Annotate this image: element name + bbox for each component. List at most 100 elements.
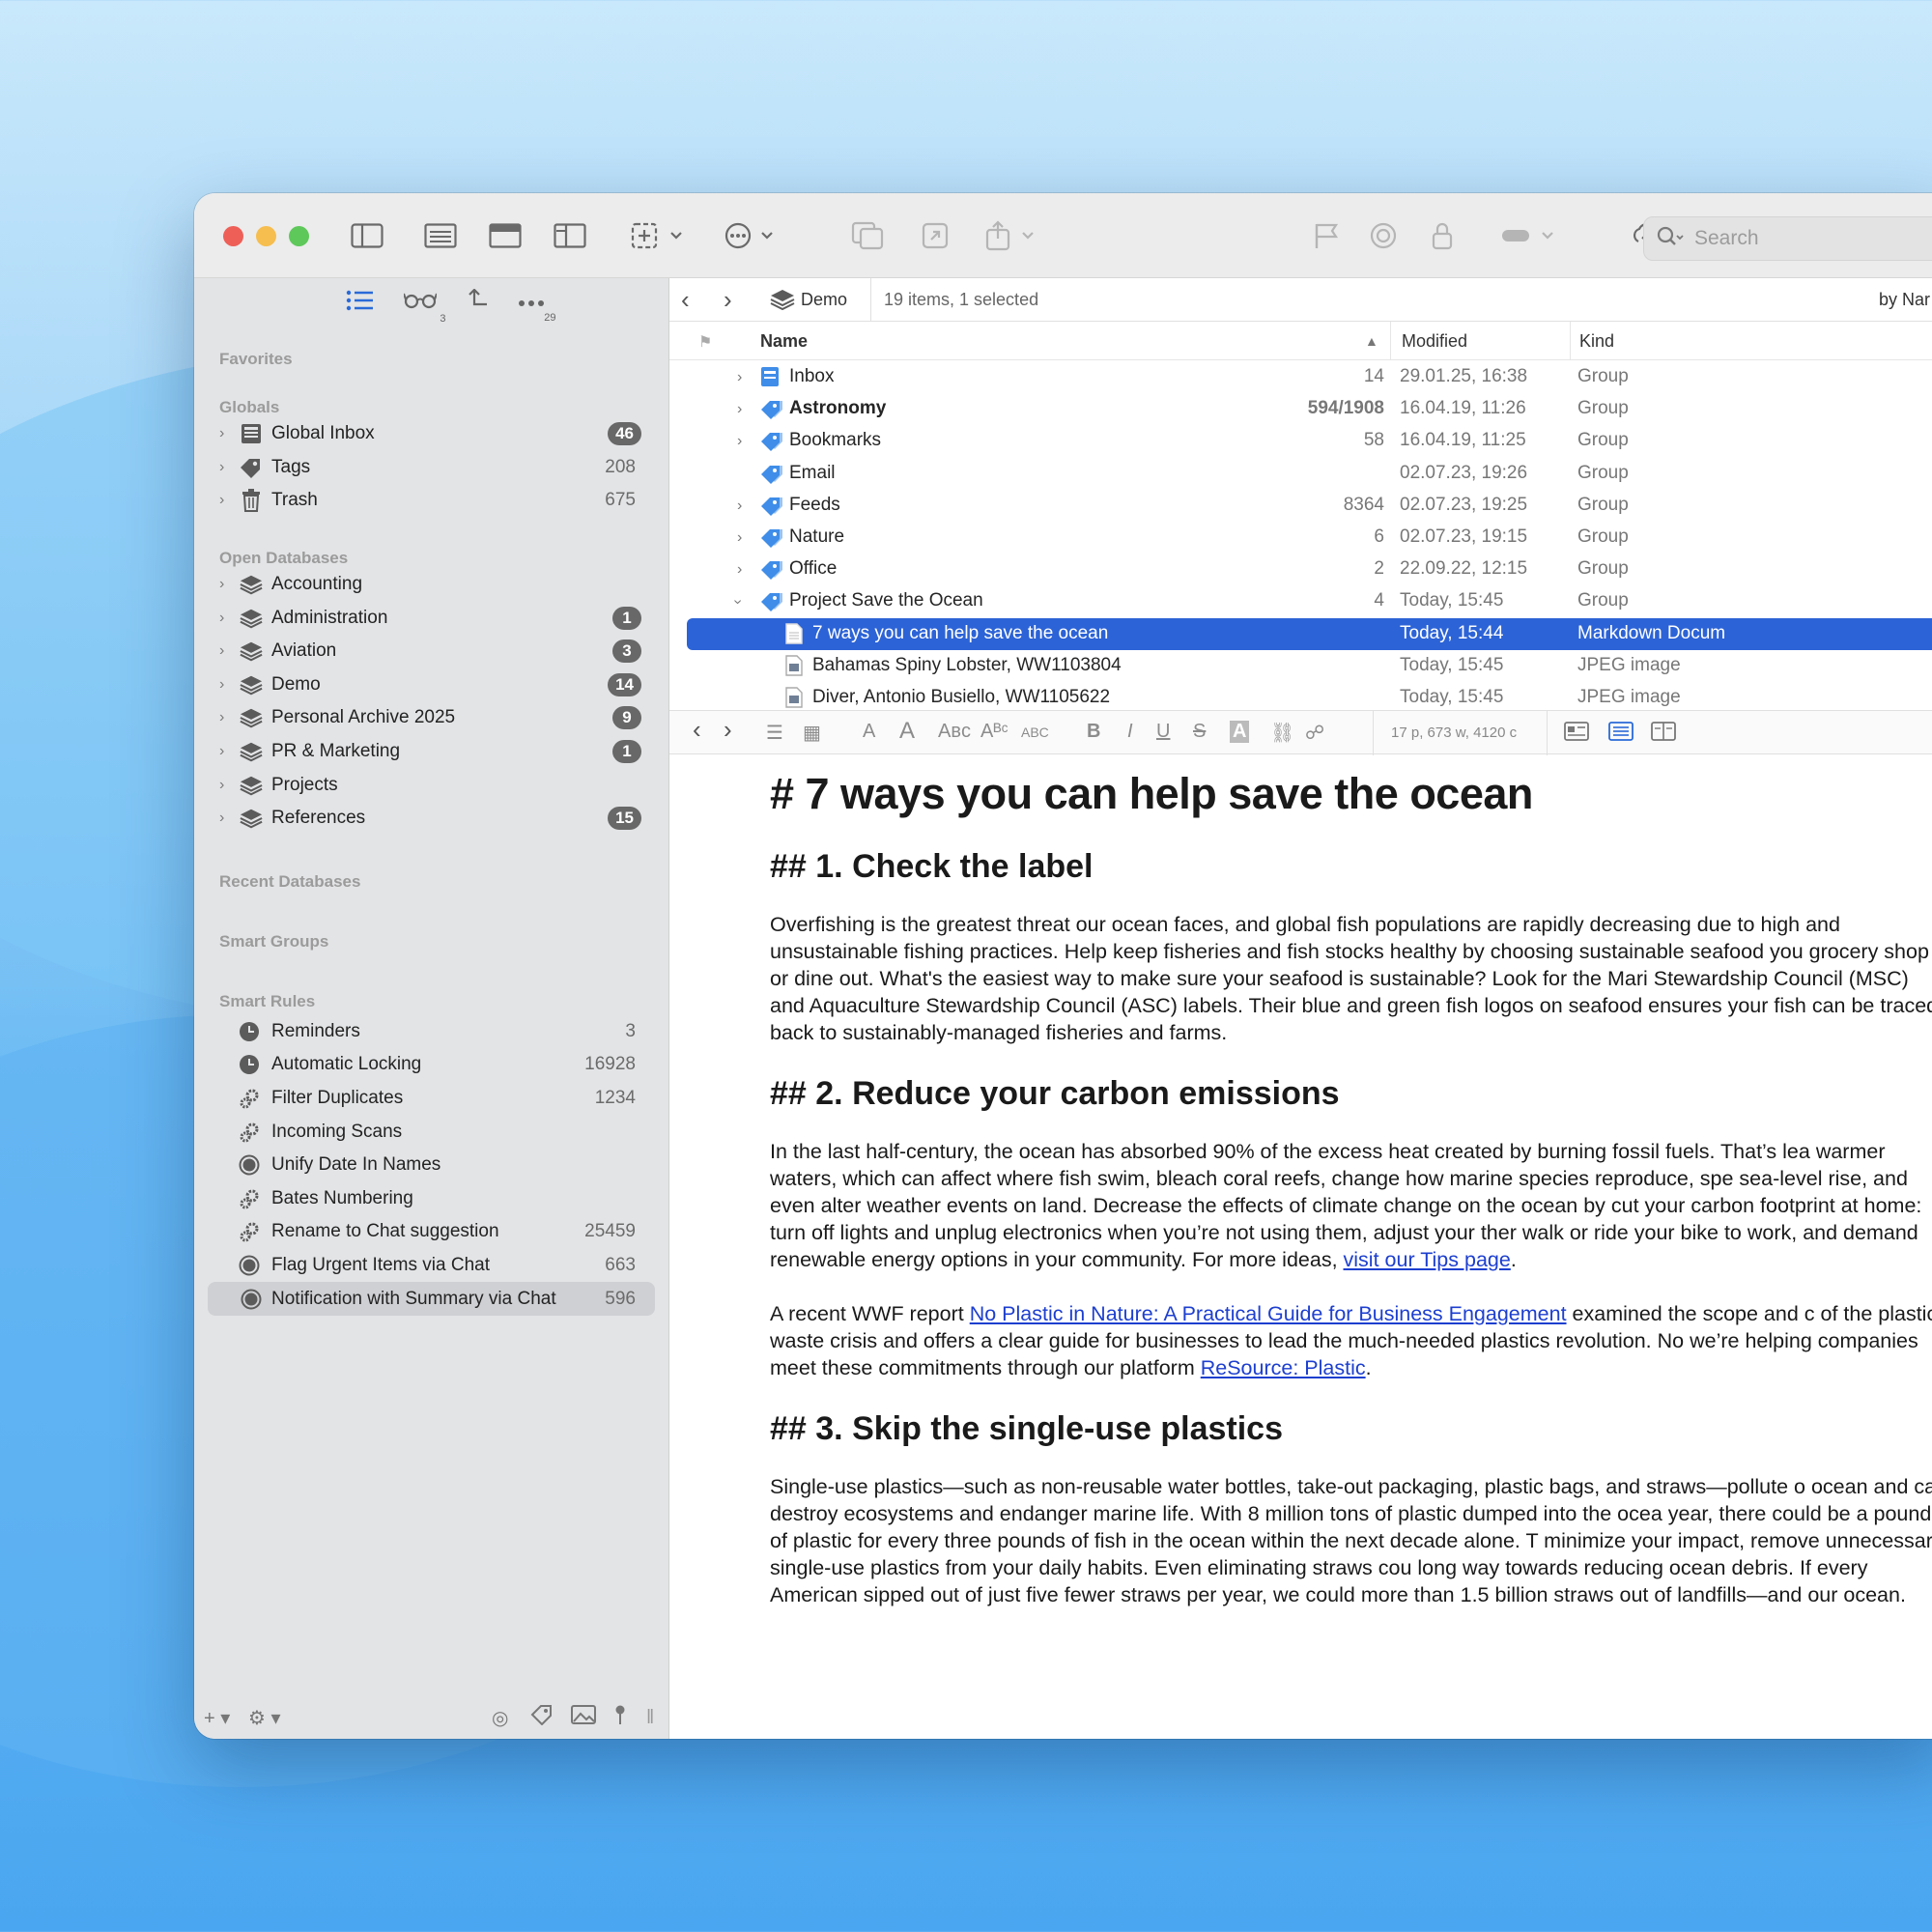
smart-rule-flag-urgent-items-via-chat[interactable]: Flag Urgent Items via Chat 663 — [194, 1249, 668, 1283]
name-column-header[interactable]: Name — [760, 331, 808, 352]
globals-item-global-inbox[interactable]: › Global Inbox 46 — [194, 417, 668, 451]
underline-icon[interactable]: U — [1156, 721, 1170, 743]
chevron-right-icon[interactable]: › — [219, 810, 224, 827]
flag-column-icon[interactable]: ⚑ — [698, 332, 712, 352]
sort-order[interactable]: by Nar — [1879, 290, 1930, 310]
chevron-right-icon[interactable]: › — [219, 743, 224, 760]
list-item[interactable]: 7 ways you can help save the ocean Today,… — [687, 617, 1932, 650]
search-field[interactable]: Search — [1643, 216, 1932, 261]
resource-plastic-link[interactable]: ReSource: Plastic — [1201, 1356, 1366, 1379]
font-larger-icon[interactable]: A — [899, 718, 915, 745]
chevron-right-icon[interactable]: › — [219, 777, 224, 794]
markdown-editor[interactable]: # 7 ways you can help save the ocean ## … — [770, 755, 1932, 1739]
chevron-right-icon[interactable]: › — [219, 709, 224, 726]
list-item[interactable]: › Inbox 14 29.01.25, 16:38 Group — [669, 361, 1932, 393]
highlight-icon[interactable]: A — [1230, 721, 1250, 743]
chevron-down-icon[interactable]: › — [729, 600, 747, 605]
glasses-icon[interactable]: 3 — [402, 290, 446, 325]
minimize-window-button[interactable] — [256, 226, 276, 246]
superscript-icon[interactable]: Aᴮᶜ — [980, 721, 1009, 743]
smart-rules-header[interactable]: Smart Rules — [194, 952, 668, 1011]
sidebar-toggle-icon[interactable] — [351, 218, 384, 253]
chevron-right-icon[interactable]: › — [737, 401, 742, 418]
more-actions-menu-icon[interactable] — [724, 218, 780, 253]
flag-icon[interactable] — [1313, 218, 1340, 253]
database-item-demo[interactable]: › Demo 14 — [194, 668, 668, 702]
wwf-report-link[interactable]: No Plastic in Nature: A Practical Guide … — [970, 1302, 1567, 1325]
database-item-pr-marketing[interactable]: › PR & Marketing 1 — [194, 735, 668, 769]
text-mode-icon[interactable] — [1608, 721, 1634, 748]
chevron-right-icon[interactable]: › — [219, 425, 224, 442]
bulleted-list-icon[interactable]: ☰ — [766, 721, 783, 745]
smart-rule-notification-with-summary-via-chat[interactable]: Notification with Summary via Chat 596 — [208, 1282, 655, 1316]
open-external-icon[interactable] — [921, 218, 950, 253]
lock-icon[interactable] — [1431, 218, 1454, 253]
database-item-personal-archive-2025[interactable]: › Personal Archive 2025 9 — [194, 701, 668, 735]
smart-rule-automatic-locking[interactable]: Automatic Locking 16928 — [194, 1048, 668, 1082]
open-databases-header[interactable]: Open Databases — [194, 518, 668, 568]
back-icon[interactable]: ‹ — [681, 285, 690, 315]
smart-groups-header[interactable]: Smart Groups — [194, 892, 668, 952]
chevron-right-icon[interactable]: › — [219, 576, 224, 593]
globals-item-tags[interactable]: › Tags 208 — [194, 451, 668, 485]
smart-rule-rename-to-chat-suggestion[interactable]: Rename to Chat suggestion 25459 — [194, 1215, 668, 1249]
list-item[interactable]: Email 02.07.23, 19:26 Group — [669, 458, 1932, 490]
chevron-right-icon[interactable]: › — [737, 561, 742, 579]
image-icon[interactable] — [571, 1704, 596, 1731]
share-menu-icon[interactable] — [984, 218, 1038, 253]
chevron-right-icon[interactable]: › — [219, 492, 224, 509]
list-item[interactable]: › Office 2 22.09.22, 12:15 Group — [669, 554, 1932, 585]
zoom-window-button[interactable] — [289, 226, 309, 246]
smart-rule-reminders[interactable]: Reminders 3 — [194, 1015, 668, 1049]
move-icon[interactable] — [466, 288, 489, 318]
list-item[interactable]: › Project Save the Ocean 4 Today, 15:45 Grou… — [669, 585, 1932, 617]
split-horizontal-icon[interactable] — [489, 218, 522, 253]
gear-menu-icon[interactable]: ⚙ ▾ — [248, 1706, 281, 1730]
list-item[interactable]: › Astronomy 594/1908 16.04.19, 11:26 Group — [669, 393, 1932, 425]
chevron-right-icon[interactable]: › — [219, 459, 224, 476]
chevron-right-icon[interactable]: › — [737, 497, 742, 515]
table-icon[interactable]: ▦ — [803, 721, 821, 745]
split-vertical-icon[interactable] — [554, 218, 586, 253]
tag-outline-icon[interactable] — [530, 1704, 554, 1731]
preview-mode-icon[interactable] — [1564, 721, 1589, 748]
chevron-right-icon[interactable]: › — [737, 529, 742, 547]
pin-icon[interactable] — [613, 1704, 627, 1731]
list-item[interactable]: › Feeds 8364 02.07.23, 19:25 Group — [669, 490, 1932, 522]
tips-page-link[interactable]: visit our Tips page — [1344, 1248, 1511, 1271]
italic-icon[interactable]: I — [1127, 721, 1133, 743]
resize-handle-icon[interactable]: ‖ — [646, 1707, 654, 1729]
close-window-button[interactable] — [223, 226, 243, 246]
globals-header[interactable]: Globals — [194, 369, 668, 417]
bold-icon[interactable]: B — [1087, 721, 1100, 743]
chevron-right-icon[interactable]: › — [737, 433, 742, 450]
unlink-icon[interactable]: ☍ — [1305, 721, 1324, 745]
sort-ascending-icon[interactable]: ▲ — [1365, 333, 1378, 349]
favorites-header[interactable]: Favorites — [194, 328, 668, 369]
path-location[interactable]: Demo — [801, 290, 847, 310]
list-item[interactable]: › Bookmarks 58 16.04.19, 11:25 Group — [669, 425, 1932, 457]
forward-icon[interactable]: › — [724, 715, 732, 745]
target-icon[interactable]: ◎ — [492, 1706, 508, 1730]
list-view-icon[interactable] — [424, 218, 457, 253]
list-item[interactable]: › Nature 6 02.07.23, 19:15 Group — [669, 522, 1932, 554]
add-menu-icon[interactable]: + ▾ — [204, 1706, 230, 1730]
all-caps-icon[interactable]: ABC — [1021, 724, 1049, 740]
modified-column-header[interactable]: Modified — [1402, 331, 1467, 352]
list-item[interactable]: Bahamas Spiny Lobster, WW1103804 Today, 1… — [669, 650, 1932, 682]
forward-icon[interactable]: › — [724, 285, 732, 315]
label-menu-icon[interactable] — [1500, 218, 1558, 253]
strikethrough-icon[interactable]: S — [1193, 721, 1206, 743]
recent-databases-header[interactable]: Recent Databases — [194, 836, 668, 892]
back-icon[interactable]: ‹ — [693, 715, 701, 745]
chevron-right-icon[interactable]: › — [219, 642, 224, 660]
split-mode-icon[interactable] — [1651, 721, 1676, 748]
globals-item-trash[interactable]: › Trash 675 — [194, 484, 668, 518]
list-icon[interactable] — [346, 290, 375, 317]
database-item-references[interactable]: › References 15 — [194, 802, 668, 836]
small-caps-icon[interactable]: Aʙᴄ — [938, 721, 971, 743]
smart-rule-incoming-scans[interactable]: Incoming Scans — [194, 1115, 668, 1149]
database-item-aviation[interactable]: › Aviation 3 — [194, 635, 668, 668]
smart-rule-bates-numbering[interactable]: Bates Numbering — [194, 1182, 668, 1216]
smart-rule-filter-duplicates[interactable]: Filter Duplicates 1234 — [194, 1082, 668, 1116]
